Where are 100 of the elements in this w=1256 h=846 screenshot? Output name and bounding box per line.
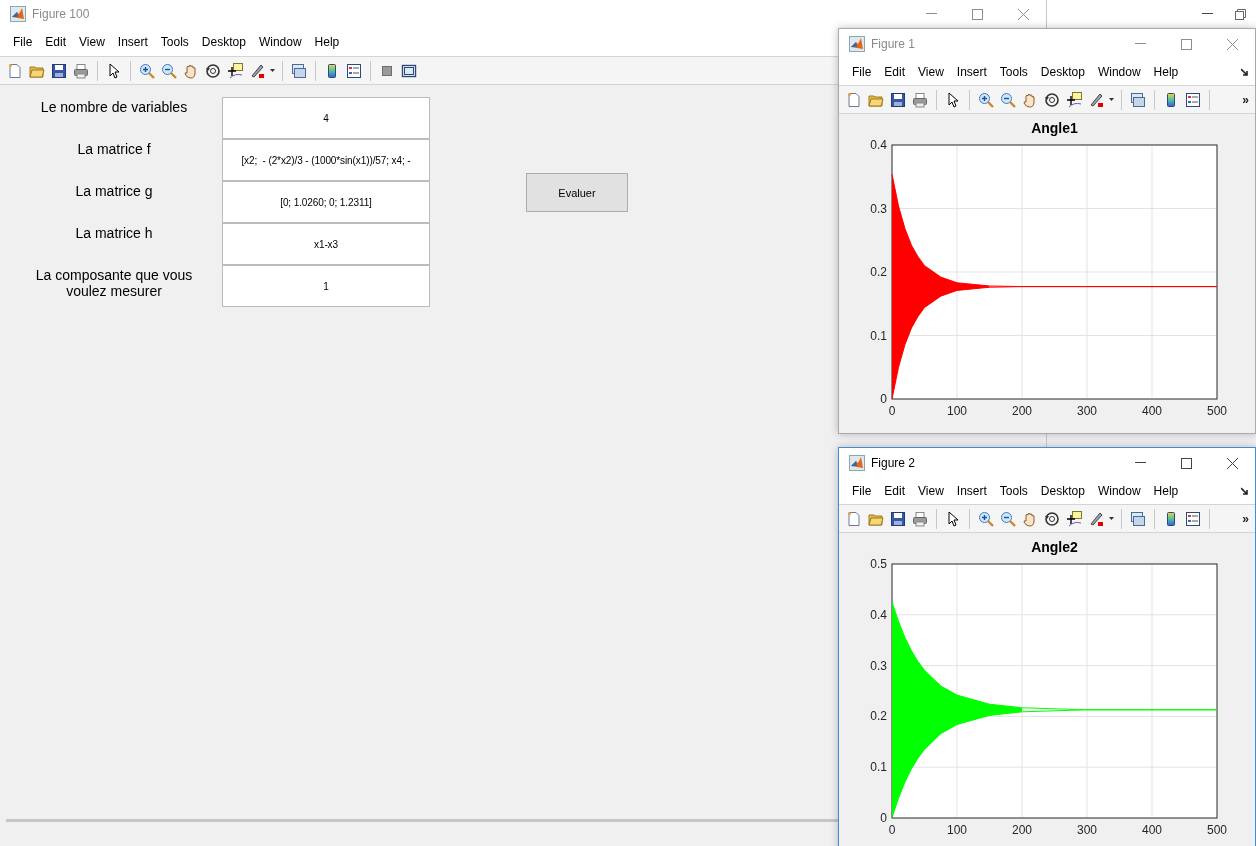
menu-item[interactable]: Window — [252, 33, 308, 51]
menu-item[interactable]: Help — [308, 33, 346, 51]
field-label: La matrice g — [75, 183, 153, 199]
toolbar-button[interactable] — [1043, 90, 1061, 109]
x-tick-label: 400 — [1142, 404, 1162, 418]
y-tick-label: 0.2 — [870, 265, 887, 279]
linked-plot-icon — [291, 62, 307, 79]
zoom-out-icon — [1000, 510, 1016, 527]
linked-plot-icon — [1130, 510, 1146, 527]
toolbar-button[interactable] — [50, 61, 68, 80]
evaluate-button[interactable]: Evaluer — [526, 173, 628, 212]
toolbar-button[interactable] — [204, 61, 222, 80]
input-field[interactable]: 4 — [222, 97, 430, 139]
new-file-icon — [846, 510, 862, 527]
menu-item[interactable]: Edit — [878, 482, 912, 500]
caret-icon — [1109, 98, 1114, 101]
printer-icon — [73, 62, 89, 79]
app-logo-icon — [10, 6, 26, 22]
y-tick-label: 0.5 — [870, 557, 887, 571]
x-tick-label: 300 — [1077, 823, 1097, 837]
window-title: Figure 2 — [871, 456, 917, 470]
toolbar-button[interactable] — [889, 509, 907, 528]
y-tick-label: 0 — [880, 811, 887, 825]
new-file-icon — [846, 91, 862, 108]
x-tick-label: 200 — [1012, 823, 1032, 837]
input-field[interactable]: [x2; - (2*x2)/3 - (1000*sin(x1))/57; x4; - — [222, 139, 430, 181]
menu-item[interactable]: Window — [1091, 482, 1147, 500]
toolbar-button[interactable] — [977, 509, 995, 528]
field-label: La matrice f — [77, 141, 151, 157]
toolbar-button[interactable] — [1065, 509, 1083, 528]
menu-item[interactable]: View — [912, 482, 950, 500]
rotate-icon — [1044, 91, 1060, 108]
menu-item[interactable]: Help — [1147, 63, 1185, 81]
menu-item[interactable]: Desktop — [195, 33, 252, 51]
toolbar-overflow[interactable]: » — [1242, 92, 1249, 107]
input-field[interactable]: 1 — [222, 265, 430, 307]
toolbar-button[interactable] — [1065, 90, 1083, 109]
menu-item[interactable]: Edit — [39, 33, 73, 51]
legend-icon — [346, 62, 362, 79]
menu-item[interactable]: Insert — [111, 33, 154, 51]
zoom-out-icon — [1000, 91, 1016, 108]
panel-icon — [401, 62, 417, 79]
menu-item[interactable]: File — [7, 33, 39, 51]
menu-item[interactable]: Tools — [993, 482, 1034, 500]
app-logo-icon — [849, 36, 865, 52]
y-tick-label: 0.3 — [870, 658, 887, 673]
x-tick-label: 100 — [947, 823, 967, 837]
caret-icon — [1109, 517, 1114, 520]
toolbar-overflow[interactable]: » — [1242, 511, 1249, 526]
hand-icon — [1022, 510, 1038, 527]
toolbar-button[interactable] — [1184, 90, 1202, 109]
menu-item[interactable]: Window — [1091, 63, 1147, 81]
toolbar-button[interactable] — [1184, 509, 1202, 528]
toolbar-button[interactable] — [977, 90, 995, 109]
y-tick-label: 0.2 — [870, 709, 887, 724]
brush-icon — [1088, 510, 1104, 527]
printer-icon — [912, 91, 928, 108]
menu-item[interactable]: View — [912, 63, 950, 81]
close-icon — [1017, 8, 1029, 20]
x-tick-label: 500 — [1207, 823, 1227, 837]
minimize-icon — [1202, 13, 1213, 15]
rotate-icon — [1044, 510, 1060, 527]
field-label: La matrice h — [75, 225, 153, 241]
menu-item[interactable]: Tools — [993, 63, 1034, 81]
y-tick-label: 0.3 — [870, 201, 887, 216]
close-icon — [1226, 38, 1238, 50]
menu-item[interactable]: Tools — [154, 33, 195, 51]
data-tip-icon — [1066, 91, 1082, 108]
close-icon — [1226, 457, 1238, 469]
hand-icon — [183, 62, 199, 79]
save-icon — [890, 510, 906, 527]
zoom-in-icon — [978, 91, 994, 108]
hand-icon — [1022, 91, 1038, 108]
minimize-icon — [1134, 462, 1146, 464]
toolbar-button[interactable] — [226, 61, 244, 80]
menu-item[interactable]: File — [846, 63, 878, 81]
dock-arrow-icon[interactable] — [1241, 487, 1249, 495]
linked-plot-icon — [1130, 91, 1146, 108]
menu-item[interactable]: Edit — [878, 63, 912, 81]
menu-item[interactable]: Insert — [950, 482, 993, 500]
input-field[interactable]: [0; 1.0260; 0; 1.2311] — [222, 181, 430, 223]
toolbar-button[interactable] — [1043, 509, 1061, 528]
toolbar-button[interactable] — [889, 90, 907, 109]
input-field[interactable]: x1-x3 — [222, 223, 430, 265]
maximize-icon — [971, 8, 983, 20]
menu-item[interactable]: View — [73, 33, 111, 51]
toolbar-button[interactable] — [138, 61, 156, 80]
menu-item[interactable]: Help — [1147, 482, 1185, 500]
minimize-icon — [925, 13, 937, 15]
menu-item[interactable]: Desktop — [1034, 482, 1091, 500]
field-label: Le nombre de variables — [40, 99, 188, 115]
data-tip-icon — [1066, 510, 1082, 527]
dock-arrow-icon[interactable] — [1241, 68, 1249, 76]
toolbar-button[interactable] — [345, 61, 363, 80]
menu-item[interactable]: File — [846, 482, 878, 500]
app-logo-icon — [849, 455, 865, 471]
brush-icon — [249, 62, 265, 79]
menu-item[interactable]: Desktop — [1034, 63, 1091, 81]
menu-item[interactable]: Insert — [950, 63, 993, 81]
x-tick-label: 400 — [1142, 823, 1162, 837]
